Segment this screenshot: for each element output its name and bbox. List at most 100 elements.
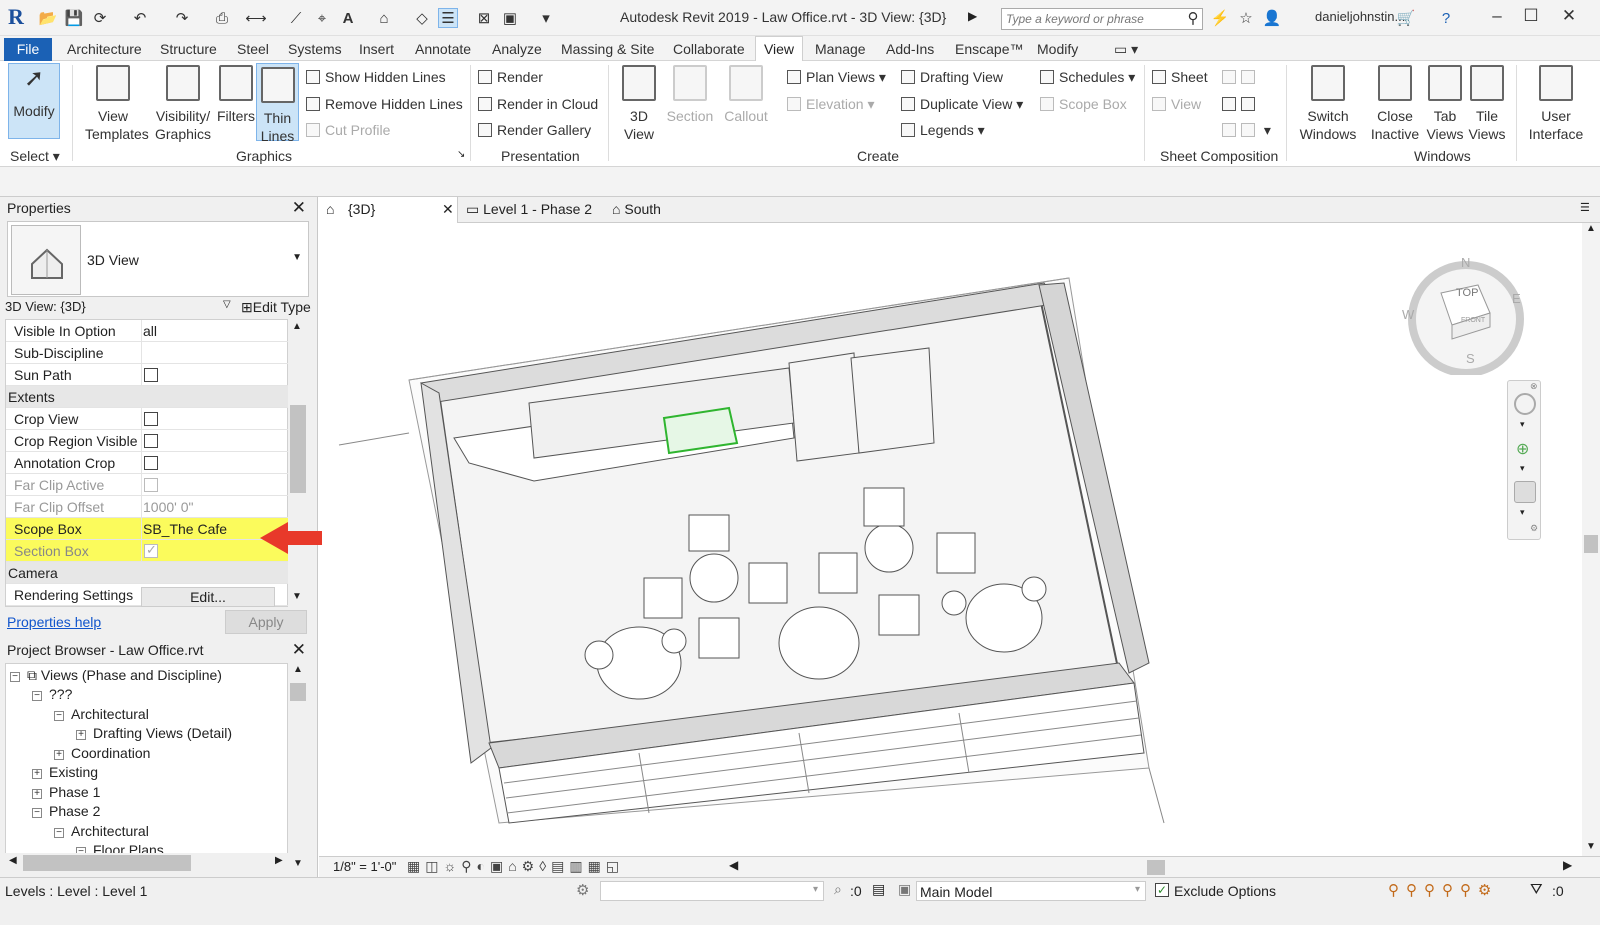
visibility-graphics-button[interactable]: Visibility/Graphics	[150, 61, 216, 143]
binoculars-icon[interactable]: ⚲	[1183, 8, 1203, 28]
scale-selector[interactable]: 1/8" = 1'-0"	[333, 859, 396, 874]
tab-views-button[interactable]: Tab Views	[1424, 61, 1466, 143]
compass-e[interactable]: E	[1512, 291, 1521, 306]
tab-annotate[interactable]: Annotate	[415, 41, 471, 57]
browser-scrollbar[interactable]: ▲ ▼	[288, 663, 308, 873]
switch-windows-button[interactable]: Switch Windows	[1298, 61, 1358, 143]
hscroll-left-icon[interactable]: ◀	[729, 858, 738, 872]
render-gallery-button[interactable]: Render Gallery	[478, 122, 591, 138]
3d-viewport[interactable]: TOP FRONT N S E W ⊗ ▾ ⊕ ▾ ▾ ⚙	[319, 223, 1582, 856]
title-block-icon[interactable]	[1222, 69, 1260, 85]
type-selector[interactable]: 3D View ▼	[7, 221, 309, 297]
tree-item[interactable]: + Coordination	[54, 745, 150, 761]
sun-path-checkbox[interactable]	[144, 368, 158, 382]
tab-massing-site[interactable]: Massing & Site	[561, 41, 654, 57]
subscription-icon[interactable]: ⚡	[1210, 8, 1230, 28]
steering-wheel-icon[interactable]	[1514, 393, 1536, 415]
measure-icon[interactable]: ⟷	[245, 8, 267, 28]
thin-lines-button[interactable]: Thin Lines	[256, 63, 299, 144]
graphics-dialog-launcher-icon[interactable]: ↘	[457, 149, 465, 160]
view-vscrollbar[interactable]: ▲ ▼	[1582, 223, 1600, 856]
undo-icon[interactable]: ↶	[130, 8, 150, 28]
selection-controls-icons[interactable]: ⚲⚲⚲⚲⚲⚙	[1388, 881, 1498, 899]
save-icon[interactable]: 💾	[64, 8, 84, 28]
tab-structure[interactable]: Structure	[160, 41, 217, 57]
tree-item[interactable]: − Architectural	[54, 706, 149, 722]
cart-icon[interactable]: 🛒	[1396, 8, 1416, 28]
extents-group[interactable]: Extents	[8, 389, 55, 405]
scope-box-value[interactable]: SB_The Cafe	[143, 521, 227, 537]
camera-group[interactable]: Camera	[8, 565, 58, 581]
edit-type-button[interactable]: ⊞Edit Type	[241, 299, 311, 316]
close-properties-icon[interactable]: ✕	[292, 198, 306, 218]
modify-button[interactable]: ➚ Modify	[8, 63, 60, 139]
dimension-icon[interactable]: ⟋	[286, 8, 306, 28]
crop-region-visible-checkbox[interactable]	[144, 434, 158, 448]
user-name[interactable]: danieljohnstin...	[1315, 9, 1405, 24]
design-option-selector[interactable]: Main Model ▾	[916, 881, 1146, 901]
user-icon[interactable]: 👤	[1262, 8, 1282, 28]
guide-grid-icon[interactable]: ▾	[1222, 122, 1271, 139]
tab-enscape[interactable]: Enscape™	[955, 41, 1023, 57]
search-input[interactable]: Type a keyword or phrase	[1001, 8, 1203, 30]
render-in-cloud-button[interactable]: Render in Cloud	[478, 96, 598, 112]
callout-button[interactable]: Callout	[720, 61, 772, 125]
text-icon[interactable]: A	[338, 8, 358, 28]
tab-view[interactable]: View	[755, 36, 803, 62]
3d-view-button[interactable]: 3D View	[616, 61, 662, 143]
tab-collaborate[interactable]: Collaborate	[673, 41, 745, 57]
close-browser-icon[interactable]: ✕	[292, 640, 306, 660]
properties-scrollbar[interactable]: ▲ ▼	[288, 319, 308, 607]
cut-profile-button[interactable]: Cut Profile	[306, 122, 390, 138]
worksets-icon[interactable]: ⚙	[576, 881, 589, 899]
close-window-icon[interactable]: ✕	[1556, 6, 1582, 30]
panel-display-toggle-icon[interactable]: ▭ ▾	[1114, 41, 1138, 58]
close-hidden-icon[interactable]: ⊠	[474, 8, 494, 28]
section-button[interactable]: Section	[664, 61, 716, 125]
print-icon[interactable]: ⎙	[212, 8, 232, 28]
tree-item[interactable]: − Phase 2	[32, 803, 100, 819]
crop-view-checkbox[interactable]	[144, 412, 158, 426]
thin-lines-icon[interactable]: ☰	[438, 8, 458, 28]
workset-selector[interactable]: ▾	[600, 881, 824, 901]
tree-item[interactable]: −???	[32, 686, 72, 702]
tab-3d-view[interactable]: ⌂ {3D} ✕	[318, 197, 458, 223]
duplicate-view-button[interactable]: Duplicate View ▾	[901, 96, 1023, 113]
tree-item[interactable]: + Phase 1	[32, 784, 100, 800]
chevron-down-icon[interactable]: ▾	[1520, 507, 1525, 518]
sync-icon[interactable]: ⟳	[90, 8, 110, 28]
tab-level1-phase2[interactable]: ▭ Level 1 - Phase 2	[466, 201, 592, 218]
close-navbar-icon[interactable]: ⊗	[1530, 381, 1538, 392]
close-inactive-button[interactable]: Close Inactive	[1366, 61, 1424, 143]
tab-add-ins[interactable]: Add-Ins	[886, 41, 934, 57]
view-hscroll-thumb[interactable]	[1147, 860, 1165, 875]
tab-insert[interactable]: Insert	[359, 41, 394, 57]
tab-analyze[interactable]: Analyze	[492, 41, 542, 57]
tab-systems[interactable]: Systems	[288, 41, 342, 57]
tab-south[interactable]: ⌂ South	[612, 201, 661, 217]
tree-item[interactable]: − ⧉ Views (Phase and Discipline)	[10, 667, 222, 684]
view-cube[interactable]: TOP FRONT N S E W	[1402, 255, 1526, 377]
tree-item[interactable]: + Existing	[32, 764, 98, 780]
zoom-icon[interactable]: ⊕	[1516, 439, 1529, 459]
help-icon[interactable]: ?	[1436, 8, 1456, 28]
schedules-button[interactable]: Schedules ▾	[1040, 69, 1135, 86]
render-button[interactable]: Render	[478, 69, 543, 85]
view-controls-icons[interactable]: ▦◫☼⚲◐▣⌂⚙◊▤▥▦◱	[407, 858, 624, 875]
favorites-star-icon[interactable]: ☆	[1236, 8, 1256, 28]
minimize-icon[interactable]: –	[1484, 6, 1510, 30]
revisions-icon[interactable]	[1222, 96, 1260, 112]
chevron-down-icon[interactable]: ▾	[1520, 419, 1525, 430]
chevron-right-icon[interactable]: ▶	[968, 9, 977, 23]
chevron-down-icon[interactable]: ▾	[1520, 463, 1525, 474]
design-options-icon[interactable]: ▤	[872, 881, 885, 898]
exclude-options-checkbox[interactable]: ✓	[1155, 883, 1169, 897]
editing-requests-icon[interactable]: ⌕	[834, 881, 842, 898]
compass-w[interactable]: W	[1402, 307, 1414, 322]
tab-manage[interactable]: Manage	[815, 41, 866, 57]
sheet-button[interactable]: Sheet	[1152, 69, 1208, 85]
legends-button[interactable]: Legends ▾	[901, 122, 985, 139]
navbar-options-icon[interactable]: ⚙	[1530, 523, 1538, 534]
section-icon[interactable]: ◇	[412, 8, 432, 28]
tree-item[interactable]: + Drafting Views (Detail)	[76, 725, 232, 741]
